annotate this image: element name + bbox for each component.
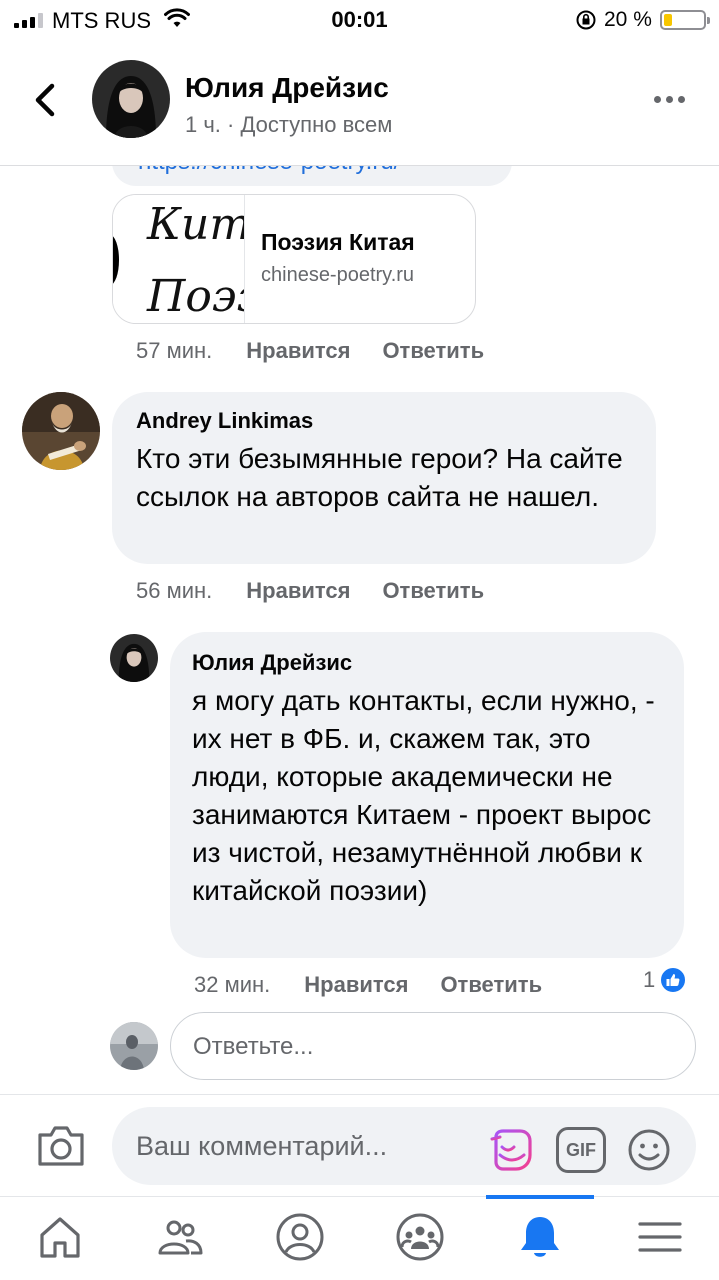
thumbnail-text: Поэзи <box>147 271 244 322</box>
comment-actions: 32 мин. Нравится Ответить <box>194 972 574 998</box>
comment-author[interactable]: Юлия Дрейзис <box>192 650 662 676</box>
active-tab-indicator <box>486 1195 594 1199</box>
comment-bubble[interactable]: Andrey Linkimas Кто эти безымянные герои… <box>112 392 656 564</box>
more-options-button[interactable] <box>654 92 690 106</box>
emoji-icon[interactable] <box>626 1127 672 1173</box>
comment-time[interactable]: 57 мин. <box>136 338 212 364</box>
link-url[interactable]: https://chinese-poetry.ru/ <box>138 166 400 175</box>
tab-menu[interactable] <box>634 1211 686 1263</box>
battery-percent: 20 % <box>604 8 652 31</box>
gif-label: GIF <box>566 1139 596 1160</box>
status-bar: MTS RUS 00:01 20 % <box>0 0 719 40</box>
home-icon <box>40 1217 80 1258</box>
comment-composer: Ваш комментарий... GIF <box>0 1094 719 1196</box>
hamburger-menu-icon <box>638 1222 682 1252</box>
comment-actions: 57 мин. Нравится Ответить <box>136 338 516 364</box>
comment-text: Кто эти безымянные герои? На сайте ссыло… <box>136 443 623 512</box>
reply-input[interactable]: Ответьте... <box>170 1012 696 1080</box>
orientation-lock-icon <box>576 10 596 30</box>
comment-actions: 56 мин. Нравится Ответить <box>136 578 516 604</box>
thumbs-up-icon <box>659 966 688 994</box>
tab-friends[interactable] <box>154 1211 206 1263</box>
like-button[interactable]: Нравится <box>246 338 350 364</box>
bell-icon <box>521 1217 559 1257</box>
comment-placeholder: Ваш комментарий... <box>136 1131 388 1161</box>
sticker-icon[interactable] <box>488 1127 534 1173</box>
groups-icon <box>396 1213 444 1261</box>
back-button[interactable] <box>28 80 64 120</box>
commenter-avatar[interactable] <box>22 392 100 470</box>
link-domain: chinese-poetry.ru <box>261 264 415 286</box>
reply-button[interactable]: Ответить <box>382 578 484 604</box>
commenter-avatar[interactable] <box>110 634 158 682</box>
reaction-count[interactable]: 1 <box>643 966 688 994</box>
reply-placeholder: Ответьте... <box>193 1033 314 1060</box>
my-avatar <box>110 1022 158 1070</box>
post-meta: 1 ч. · Доступно всем <box>185 112 393 137</box>
reply-button[interactable]: Ответить <box>382 338 484 364</box>
comment-author[interactable]: Andrey Linkimas <box>136 408 632 434</box>
camera-icon[interactable] <box>36 1123 86 1169</box>
battery-icon <box>660 10 710 30</box>
link-thumbnail: Кита Поэзи <box>113 195 245 323</box>
comment-text: я могу дать контакты, если нужно, - их н… <box>192 685 655 906</box>
friends-icon <box>158 1220 203 1255</box>
tab-home[interactable] <box>34 1211 86 1263</box>
comment-time[interactable]: 32 мин. <box>194 972 270 998</box>
dot-icon <box>678 95 685 103</box>
like-button[interactable]: Нравится <box>304 972 408 998</box>
link-preview-card[interactable]: Кита Поэзи Поэзия Китая chinese-poetry.r… <box>112 194 476 324</box>
comment-input[interactable]: Ваш комментарий... GIF <box>112 1107 696 1185</box>
gif-icon[interactable]: GIF <box>556 1127 606 1173</box>
dot-icon <box>654 95 661 103</box>
link-comment-bubble[interactable]: https://chinese-poetry.ru/ <box>112 166 512 186</box>
like-button[interactable]: Нравится <box>246 578 350 604</box>
reply-button[interactable]: Ответить <box>440 972 542 998</box>
comment-bubble[interactable]: Юлия Дрейзис я могу дать контакты, если … <box>170 632 684 958</box>
comments-thread[interactable]: https://chinese-poetry.ru/ Кита Поэзи По… <box>0 166 719 1094</box>
thumbnail-text: Кита <box>147 199 244 250</box>
comment-time[interactable]: 56 мин. <box>136 578 212 604</box>
post-header: Юлия Дрейзис 1 ч. · Доступно всем <box>0 40 719 166</box>
dot-icon <box>666 95 673 103</box>
link-title: Поэзия Китая <box>261 229 415 255</box>
tab-notifications[interactable] <box>514 1211 566 1263</box>
bottom-tab-bar <box>0 1195 719 1280</box>
author-name[interactable]: Юлия Дрейзис <box>185 72 389 104</box>
tab-groups[interactable] <box>394 1211 446 1263</box>
tab-profile[interactable] <box>274 1211 326 1263</box>
author-avatar[interactable] <box>92 60 170 138</box>
profile-icon <box>276 1213 324 1261</box>
reaction-count-number: 1 <box>643 967 656 992</box>
